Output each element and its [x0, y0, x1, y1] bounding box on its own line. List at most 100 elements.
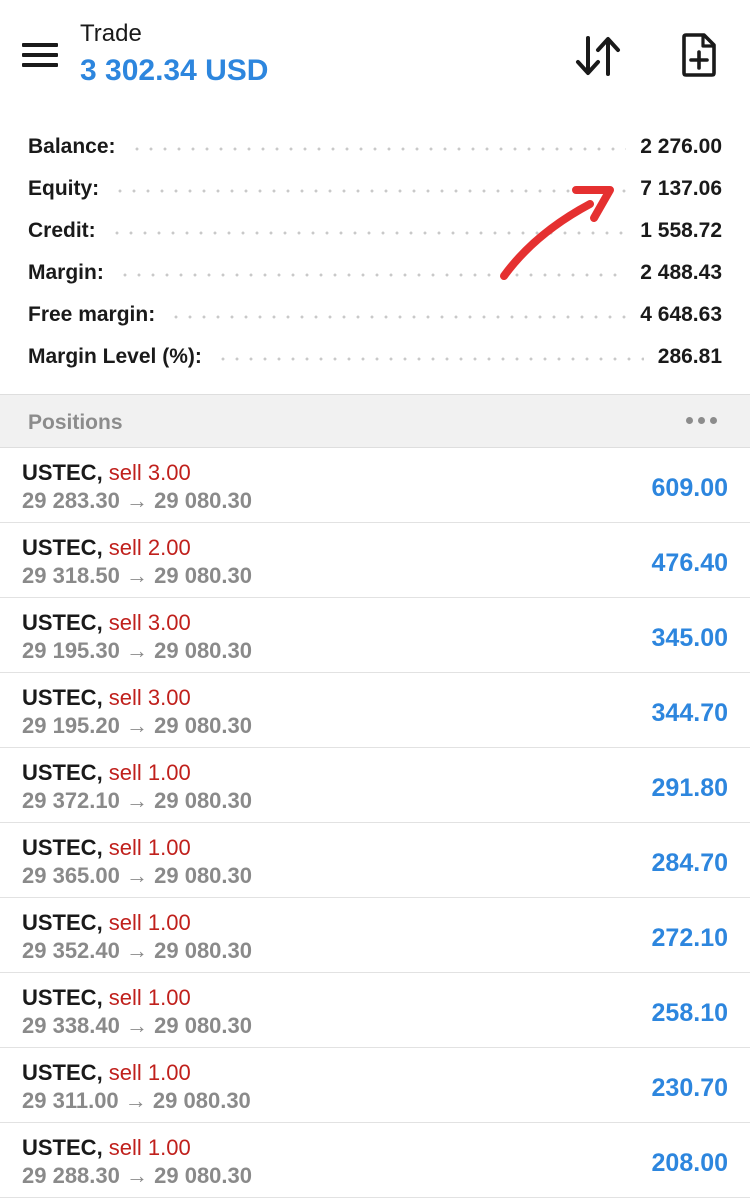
- position-separator: ,: [96, 985, 109, 1010]
- position-row[interactable]: USTEC, sell 1.00 29 338.40 → 29 080.30 258…: [0, 973, 750, 1048]
- current-price: 29 080.30: [154, 713, 252, 738]
- summary-value: 2 488.43: [640, 261, 722, 284]
- current-price: 29 080.30: [154, 488, 252, 513]
- dotted-leader: [109, 231, 627, 235]
- summary-label: Margin:: [28, 261, 104, 284]
- menu-icon[interactable]: [20, 38, 60, 72]
- summary-value: 2 276.00: [640, 135, 722, 158]
- dotted-leader: [169, 315, 627, 319]
- position-row[interactable]: USTEC, sell 1.00 29 365.00 → 29 080.30 284…: [0, 823, 750, 898]
- position-side: sell 3.00: [108, 685, 191, 710]
- open-price: 29 288.30: [22, 1163, 120, 1188]
- open-price: 29 318.50: [22, 563, 120, 588]
- summary-label: Credit:: [28, 219, 96, 242]
- position-row[interactable]: USTEC, sell 3.00 29 195.30 → 29 080.30 345…: [0, 598, 750, 673]
- summary-value: 7 137.06: [640, 177, 722, 200]
- trade-screen: Trade 3 302.34 USD Balance: 2 276.00 Equit…: [0, 0, 750, 1200]
- position-side: sell 1.00: [108, 1060, 191, 1085]
- current-price: 29 080.30: [154, 1163, 252, 1188]
- summary-row: Margin Level (%): 286.81: [0, 336, 750, 378]
- position-symbol: USTEC: [22, 610, 97, 635]
- position-side: sell 3.00: [108, 460, 191, 485]
- open-price: 29 195.20: [22, 713, 120, 738]
- summary-row: Equity: 7 137.06: [0, 168, 750, 210]
- position-profit: 609.00: [651, 474, 728, 502]
- position-separator: ,: [96, 610, 109, 635]
- position-row[interactable]: USTEC, sell 3.00 29 283.30 → 29 080.30 609…: [0, 448, 750, 523]
- new-order-icon[interactable]: [680, 32, 718, 78]
- open-price: 29 365.00: [22, 863, 120, 888]
- current-price: 29 080.30: [154, 788, 252, 813]
- summary-value: 1 558.72: [640, 219, 722, 242]
- summary-label: Free margin:: [28, 303, 156, 326]
- summary-row: Free margin: 4 648.63: [0, 294, 750, 336]
- dotted-leader: [129, 147, 627, 151]
- position-title: USTEC, sell 1.00: [22, 835, 191, 861]
- position-prices: 29 195.20 → 29 080.30: [22, 713, 252, 739]
- header-balance: 3 302.34 USD: [80, 54, 269, 87]
- position-profit: 272.10: [651, 924, 728, 952]
- price-arrow-icon: →: [124, 1088, 147, 1113]
- position-prices: 29 318.50 → 29 080.30: [22, 563, 252, 589]
- app-header: Trade 3 302.34 USD: [0, 0, 750, 112]
- position-title: USTEC, sell 3.00: [22, 610, 191, 636]
- price-arrow-icon: →: [126, 563, 148, 588]
- position-profit: 476.40: [651, 549, 728, 577]
- position-symbol: USTEC: [22, 685, 97, 710]
- position-symbol: USTEC: [22, 910, 97, 935]
- price-arrow-icon: →: [126, 863, 148, 888]
- position-side: sell 1.00: [108, 760, 191, 785]
- position-side: sell 1.00: [108, 910, 191, 935]
- position-row[interactable]: USTEC, sell 3.00 29 195.20 → 29 080.30 344…: [0, 673, 750, 748]
- current-price: 29 080.30: [152, 1088, 251, 1113]
- price-arrow-icon: →: [126, 638, 148, 663]
- position-profit: 230.70: [651, 1074, 728, 1102]
- position-prices: 29 372.10 → 29 080.30: [22, 788, 252, 814]
- sort-arrows-icon[interactable]: [574, 34, 622, 78]
- position-symbol: USTEC: [22, 1060, 97, 1085]
- position-title: USTEC, sell 2.00: [22, 535, 191, 561]
- position-title: USTEC, sell 1.00: [22, 910, 191, 936]
- position-symbol: USTEC: [22, 535, 97, 560]
- summary-row: Credit: 1 558.72: [0, 210, 750, 252]
- position-separator: ,: [96, 760, 109, 785]
- open-price: 29 195.30: [22, 638, 120, 663]
- current-price: 29 080.30: [154, 938, 252, 963]
- position-title: USTEC, sell 1.00: [22, 1060, 191, 1086]
- position-prices: 29 365.00 → 29 080.30: [22, 863, 252, 889]
- summary-row: Balance: 2 276.00: [0, 126, 750, 168]
- current-price: 29 080.30: [154, 1013, 252, 1038]
- position-side: sell 2.00: [108, 535, 191, 560]
- position-symbol: USTEC: [22, 760, 97, 785]
- position-separator: ,: [96, 1135, 109, 1160]
- position-side: sell 1.00: [108, 985, 191, 1010]
- position-row[interactable]: USTEC, sell 1.00 29 288.30 → 29 080.30 208…: [0, 1123, 750, 1198]
- position-prices: 29 283.30 → 29 080.30: [22, 488, 252, 514]
- position-separator: ,: [96, 1060, 109, 1085]
- price-arrow-icon: →: [126, 1013, 148, 1038]
- position-row[interactable]: USTEC, sell 1.00 29 311.00 → 29 080.30 230…: [0, 1048, 750, 1123]
- summary-value: 4 648.63: [640, 303, 722, 326]
- position-prices: 29 311.00 → 29 080.30: [22, 1088, 251, 1114]
- position-row[interactable]: USTEC, sell 2.00 29 318.50 → 29 080.30 476…: [0, 523, 750, 598]
- positions-title: Positions: [28, 411, 123, 434]
- position-profit: 345.00: [651, 624, 728, 652]
- position-row[interactable]: USTEC, sell 1.00 29 372.10 → 29 080.30 291…: [0, 748, 750, 823]
- position-title: USTEC, sell 1.00: [22, 760, 191, 786]
- open-price: 29 283.30: [22, 488, 120, 513]
- account-summary: Balance: 2 276.00 Equity: 7 137.06 Credit: 1 …: [0, 126, 750, 378]
- position-title: USTEC, sell 3.00: [22, 685, 191, 711]
- open-price: 29 352.40: [22, 938, 120, 963]
- position-row[interactable]: USTEC, sell 1.00 29 352.40 → 29 080.30 272…: [0, 898, 750, 973]
- position-profit: 258.10: [651, 999, 728, 1027]
- position-side: sell 1.00: [108, 835, 191, 860]
- price-arrow-icon: →: [126, 788, 148, 813]
- price-arrow-icon: →: [126, 1163, 148, 1188]
- position-symbol: USTEC: [22, 835, 97, 860]
- position-profit: 344.70: [651, 699, 728, 727]
- position-profit: 284.70: [651, 849, 728, 877]
- current-price: 29 080.30: [154, 563, 252, 588]
- more-options-icon[interactable]: [682, 413, 722, 427]
- dotted-leader: [117, 273, 627, 277]
- position-title: USTEC, sell 1.00: [22, 1135, 191, 1161]
